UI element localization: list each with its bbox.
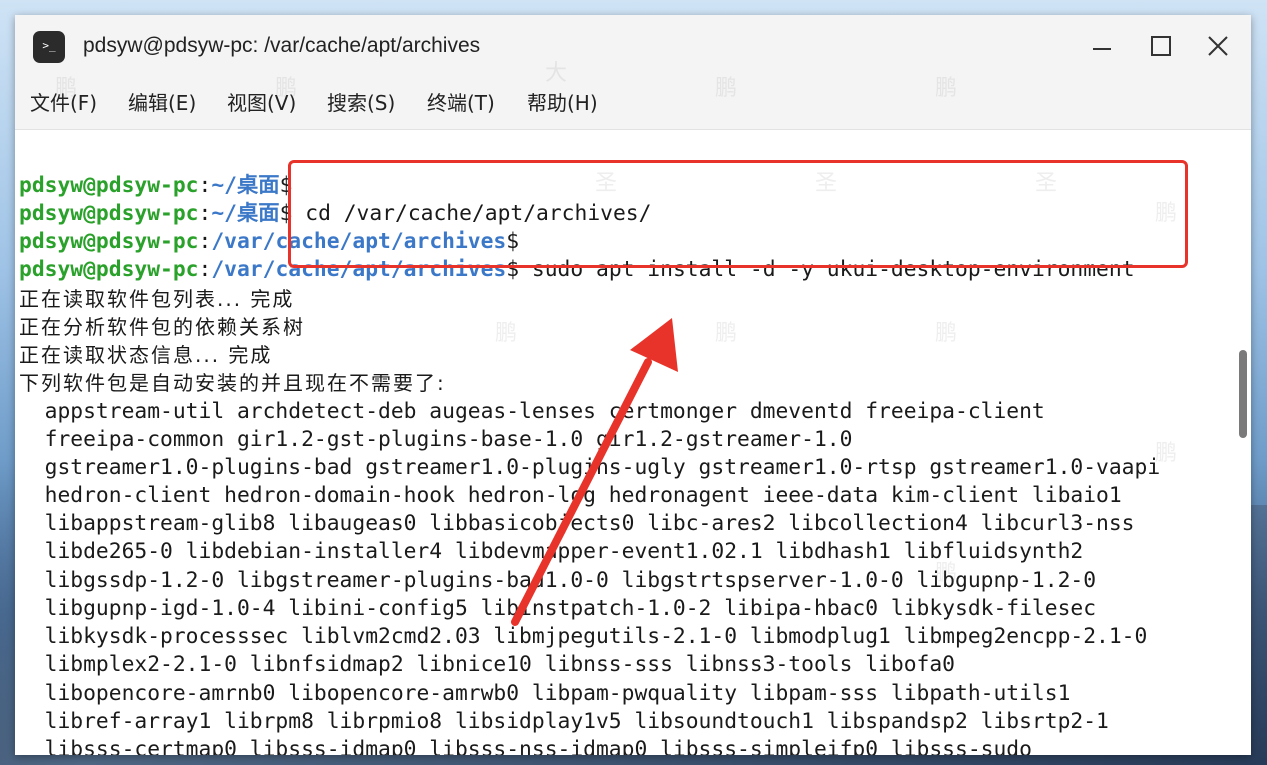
red-arrow-icon: [511, 318, 678, 626]
